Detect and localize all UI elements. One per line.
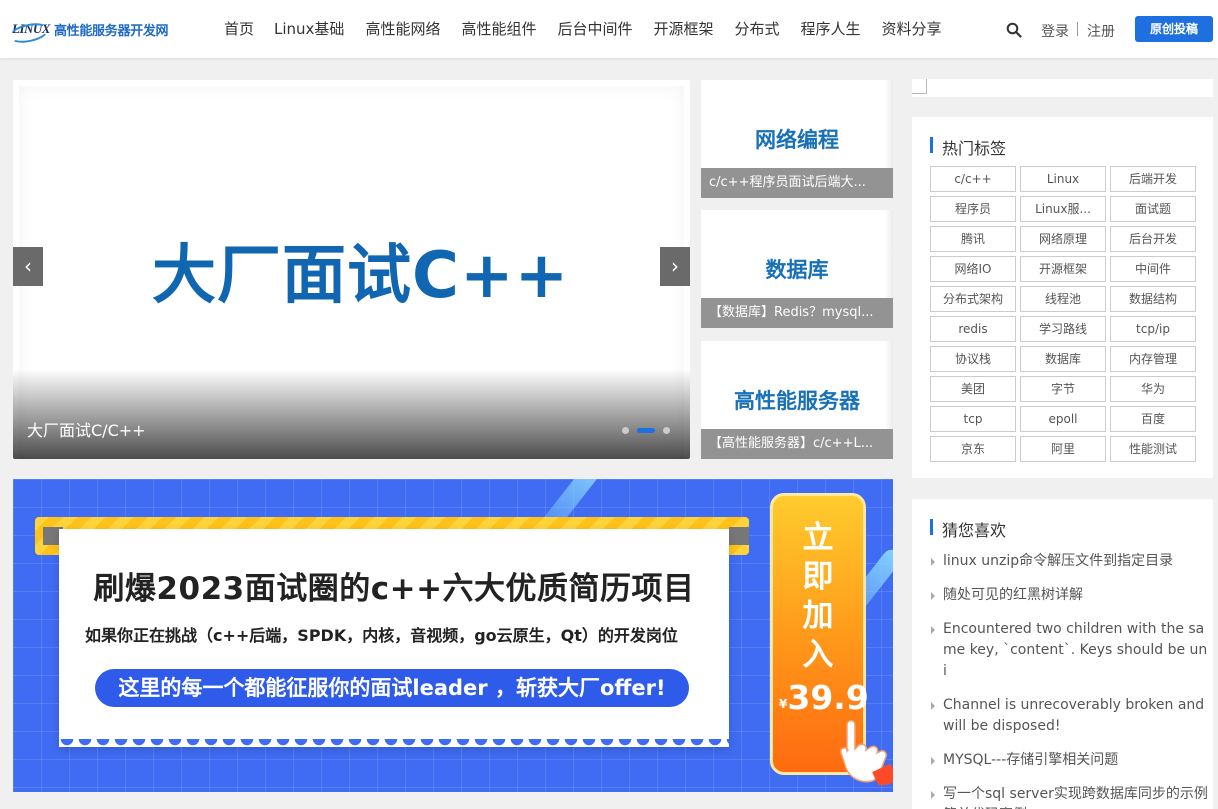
main-nav: 首页 Linux基础 高性能网络 高性能组件 后台中间件 开源框架 分布式 程序… xyxy=(224,18,963,39)
tag[interactable]: c/c++ xyxy=(930,166,1016,192)
carousel-dot[interactable] xyxy=(622,427,629,434)
scroll-end xyxy=(729,527,749,545)
tag[interactable]: 开源框架 xyxy=(1020,256,1106,282)
tag[interactable]: 后台开发 xyxy=(1110,226,1196,252)
hot-tags-heading: 热门标签 xyxy=(930,135,1006,159)
feature-card-network[interactable]: 网络编程 c/c++程序员面试后端大... xyxy=(701,80,893,198)
divider xyxy=(1077,22,1078,36)
nav-item-distributed[interactable]: 分布式 xyxy=(735,18,780,39)
price-value: 39.9 xyxy=(787,678,869,717)
carousel-next-button[interactable]: › xyxy=(660,247,690,286)
tag[interactable]: tcp xyxy=(930,406,1016,432)
site-header: LINUX 高性能服务器开发网 首页 Linux基础 高性能网络 高性能组件 后… xyxy=(0,0,1218,58)
nav-item-middleware[interactable]: 后台中间件 xyxy=(557,18,632,39)
banner-subtitle: 如果你正在挑战（c++后端，SPDK，内核，音视频，go云原生，Qt）的开发岗位 xyxy=(85,626,678,645)
tag[interactable]: 程序员 xyxy=(930,196,1016,222)
banner-title: 刷爆2023面试圈的c++六大优质简历项目 xyxy=(93,571,695,607)
register-link[interactable]: 注册 xyxy=(1087,21,1115,41)
logo-text: 高性能服务器开发网 xyxy=(53,23,169,39)
caption-overlay xyxy=(13,369,690,459)
recommend-list: linux unzip命令解压文件到指定目录 随处可见的红黑树详解 Encoun… xyxy=(930,551,1208,809)
tag[interactable]: 内存管理 xyxy=(1110,346,1196,372)
slide-caption[interactable]: 大厂面试C/C++ xyxy=(27,417,146,441)
side-top-panel xyxy=(912,79,1213,97)
list-item[interactable]: linux unzip命令解压文件到指定目录 xyxy=(930,551,1208,572)
tag[interactable]: 网络原理 xyxy=(1020,226,1106,252)
tag[interactable]: 阿里 xyxy=(1020,436,1106,462)
feature-card-server[interactable]: 高性能服务器 【高性能服务器】c/c++L... xyxy=(701,341,893,459)
tag[interactable]: 后端开发 xyxy=(1110,166,1196,192)
tag[interactable]: 腾讯 xyxy=(930,226,1016,252)
site-logo[interactable]: LINUX 高性能服务器开发网 xyxy=(12,14,169,44)
tag[interactable]: 字节 xyxy=(1020,376,1106,402)
tag[interactable]: redis xyxy=(930,316,1016,342)
tag[interactable]: tcp/ip xyxy=(1110,316,1196,342)
tag[interactable]: Linux xyxy=(1020,166,1106,192)
recommend-panel: 猜您喜欢 linux unzip命令解压文件到指定目录 随处可见的红黑树详解 E… xyxy=(912,499,1213,809)
hero-carousel[interactable]: 大厂面试C++ 大厂面试C/C++ ‹ › xyxy=(13,80,690,459)
join-char: 入 xyxy=(802,637,834,673)
nav-item-resources[interactable]: 资料分享 xyxy=(882,18,942,39)
tag[interactable]: 华为 xyxy=(1110,376,1196,402)
chevron-left-icon: ‹ xyxy=(24,254,32,278)
price-label: ¥39.9 xyxy=(779,678,869,717)
carousel-dot[interactable] xyxy=(663,427,670,434)
card-caption[interactable]: 【数据库】Redis？mysql... xyxy=(701,298,893,328)
logo-mark: LINUX xyxy=(12,21,50,36)
list-item[interactable]: 随处可见的红黑树详解 xyxy=(930,585,1208,606)
recommend-heading: 猜您喜欢 xyxy=(930,517,1006,541)
slide-headline: 大厂面试C++ xyxy=(152,239,570,313)
tag[interactable]: 百度 xyxy=(1110,406,1196,432)
tag[interactable]: 性能测试 xyxy=(1110,436,1196,462)
hot-tags-panel: 热门标签 c/c++ Linux 后端开发 程序员 Linux服... 面试题 … xyxy=(912,117,1213,478)
tag[interactable]: 数据结构 xyxy=(1110,286,1196,312)
tag[interactable]: Linux服... xyxy=(1020,196,1106,222)
tag[interactable]: 学习路线 xyxy=(1020,316,1106,342)
card-caption[interactable]: c/c++程序员面试后端大... xyxy=(701,168,893,198)
tag[interactable]: 分布式架构 xyxy=(930,286,1016,312)
tag[interactable]: 中间件 xyxy=(1110,256,1196,282)
tag-grid: c/c++ Linux 后端开发 程序员 Linux服... 面试题 腾讯 网络… xyxy=(930,166,1202,462)
nav-item-home[interactable]: 首页 xyxy=(224,18,254,39)
tag[interactable]: 数据库 xyxy=(1020,346,1106,372)
chevron-right-icon: › xyxy=(671,254,679,278)
tag[interactable]: 面试题 xyxy=(1110,196,1196,222)
nav-item-life[interactable]: 程序人生 xyxy=(801,18,861,39)
tag[interactable]: 协议栈 xyxy=(930,346,1016,372)
tag[interactable]: 线程池 xyxy=(1020,286,1106,312)
submit-article-button[interactable]: 原创投稿 xyxy=(1135,16,1213,42)
nav-item-network[interactable]: 高性能网络 xyxy=(365,18,440,39)
tag[interactable]: epoll xyxy=(1020,406,1106,432)
card-title: 数据库 xyxy=(765,258,829,282)
panel-corner xyxy=(912,79,927,94)
search-icon[interactable] xyxy=(1006,22,1022,38)
card-title: 网络编程 xyxy=(755,128,839,152)
nav-item-linux-basics[interactable]: Linux基础 xyxy=(274,18,344,39)
card-title: 高性能服务器 xyxy=(734,389,860,413)
card-caption[interactable]: 【高性能服务器】c/c++L... xyxy=(701,429,893,459)
list-item[interactable]: 写一个sql server实现跨数据库同步的示例 简单代码案例 xyxy=(930,784,1208,809)
paper-edge xyxy=(59,739,729,755)
tag[interactable]: 美团 xyxy=(930,376,1016,402)
list-item[interactable]: Channel is unrecoverably broken and will… xyxy=(930,695,1208,737)
carousel-prev-button[interactable]: ‹ xyxy=(13,247,43,286)
carousel-indicators xyxy=(614,427,670,434)
pointer-hand-icon xyxy=(840,719,893,785)
tag[interactable]: 网络IO xyxy=(930,256,1016,282)
banner-tagline: 这里的每一个都能征服你的面试leader ，斩获大厂offer! xyxy=(95,669,689,707)
login-link[interactable]: 登录 xyxy=(1041,21,1069,41)
tag[interactable]: 京东 xyxy=(930,436,1016,462)
carousel-dot-active[interactable] xyxy=(637,428,655,433)
banner-paper: 刷爆2023面试圈的c++六大优质简历项目 如果你正在挑战（c++后端，SPDK… xyxy=(59,529,729,755)
nav-item-frameworks[interactable]: 开源框架 xyxy=(653,18,713,39)
feature-card-database[interactable]: 数据库 【数据库】Redis？mysql... xyxy=(701,210,893,328)
list-item[interactable]: MYSQL---存储引擎相关问题 xyxy=(930,750,1208,771)
list-item[interactable]: Encountered two children with the same k… xyxy=(930,619,1208,682)
promo-banner[interactable]: 刷爆2023面试圈的c++六大优质简历项目 如果你正在挑战（c++后端，SPDK… xyxy=(13,479,893,792)
nav-item-components[interactable]: 高性能组件 xyxy=(461,18,536,39)
